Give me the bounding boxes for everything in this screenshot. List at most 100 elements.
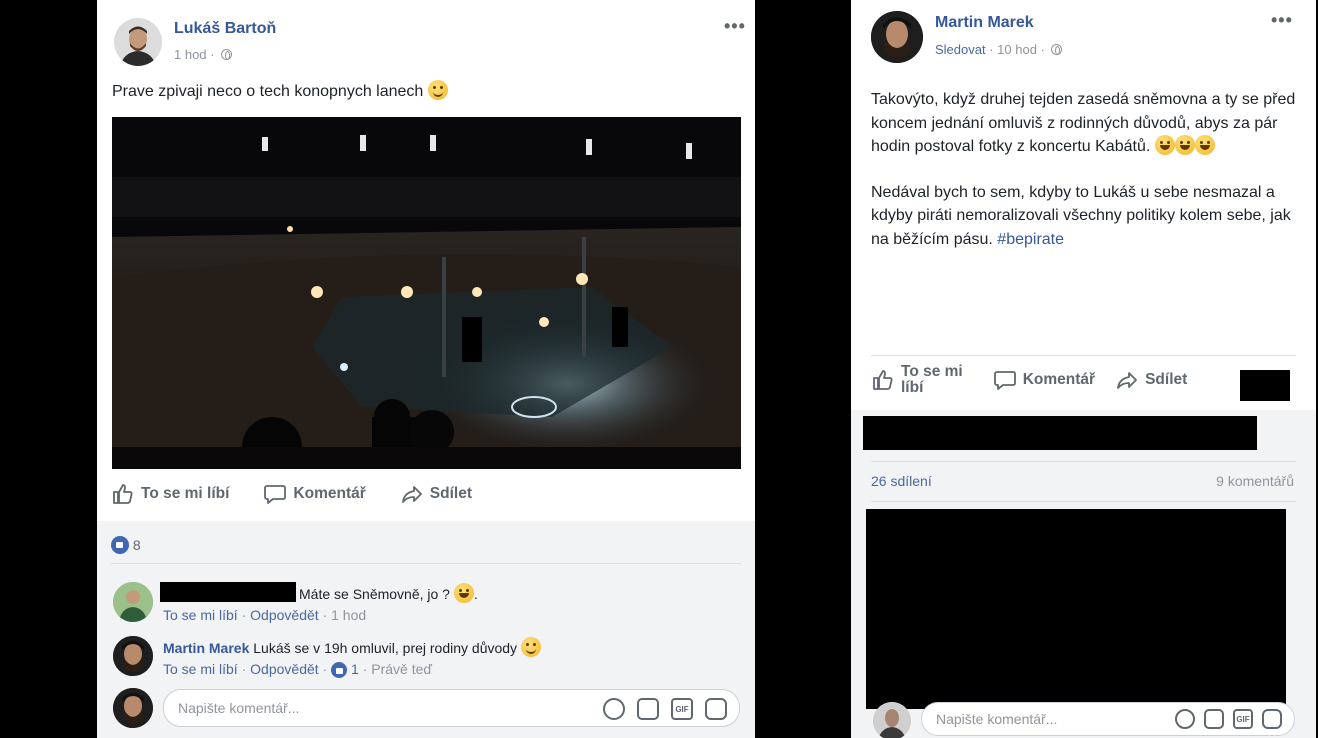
- more-options-icon[interactable]: •••: [724, 16, 746, 37]
- avatar[interactable]: [113, 636, 153, 676]
- post-photo[interactable]: [112, 117, 741, 469]
- share-count[interactable]: 26 sdílení: [871, 473, 932, 489]
- post-meta: 1 hod ·: [174, 47, 233, 62]
- comment-input[interactable]: Napište komentář... GIF: [163, 689, 740, 727]
- sticker-icon[interactable]: [705, 698, 727, 720]
- share-button[interactable]: Sdílet: [400, 482, 472, 506]
- comment-label: Komentář: [293, 485, 366, 502]
- current-user-avatar[interactable]: [113, 688, 153, 728]
- post-time[interactable]: 10 hod: [997, 42, 1037, 57]
- post-actions: To se mi líbí Komentář Sdílet: [111, 482, 506, 506]
- comment-like-link[interactable]: To se mi líbí: [163, 661, 238, 677]
- globe-icon: [221, 49, 233, 60]
- redacted-block: [1240, 370, 1290, 401]
- post-paragraph-2-text: Nedával bych to sem, kdyby to Lukáš u se…: [871, 183, 1291, 248]
- comment-like-link[interactable]: To se mi líbí: [163, 607, 238, 623]
- comment-input-tools: GIF: [1175, 709, 1282, 729]
- redacted-block: [863, 416, 1257, 450]
- comment-input[interactable]: Napište komentář... GIF: [921, 702, 1295, 736]
- comment-reply-link[interactable]: Odpovědět: [250, 661, 319, 677]
- post-time[interactable]: 1 hod: [174, 47, 207, 62]
- comment-time[interactable]: Právě teď: [371, 661, 432, 677]
- laughing-emoji-icon: [1154, 135, 1175, 155]
- like-label-line1: To se mi: [901, 363, 963, 380]
- smile-emoji-icon: [520, 637, 541, 657]
- commenter-photo-icon: [113, 582, 153, 622]
- share-icon: [1117, 372, 1137, 389]
- avatar[interactable]: [113, 582, 153, 622]
- comment-input-tools: GIF: [603, 698, 727, 720]
- post-text: Prave zpivaji neco o tech konopnych lane…: [112, 80, 448, 104]
- camera-icon[interactable]: [637, 698, 659, 720]
- share-icon: [401, 486, 422, 503]
- post-paragraph-1: Takovýto, když druhej tejden zasedá sněm…: [871, 88, 1296, 159]
- hashtag-link[interactable]: #bepirate: [997, 231, 1064, 248]
- like-label-line2: líbí: [901, 379, 924, 396]
- comment-placeholder: Napište komentář...: [936, 711, 1058, 727]
- globe-icon: [1051, 44, 1063, 55]
- like-label: To se mi líbí: [141, 485, 230, 502]
- share-label: Sdílet: [429, 485, 472, 502]
- post-paragraph-2: Nedával bych to sem, kdyby to Lukáš u se…: [871, 181, 1296, 252]
- like-label: To se mi líbí: [901, 364, 963, 396]
- like-reaction-icon: [111, 536, 129, 554]
- divider: [871, 461, 1296, 462]
- sticker-icon[interactable]: [1262, 709, 1282, 729]
- comment-placeholder: Napište komentář...: [178, 700, 300, 716]
- redacted-name: [160, 582, 296, 602]
- share-button[interactable]: Sdílet: [1115, 368, 1187, 392]
- reaction-summary[interactable]: 8: [111, 536, 141, 554]
- comment-author[interactable]: Martin Marek: [163, 640, 249, 656]
- avatar[interactable]: [114, 18, 162, 66]
- comment-time[interactable]: 1 hod: [331, 607, 366, 623]
- current-user-avatar[interactable]: [873, 702, 911, 738]
- post-martin: Martin Marek Sledovat · 10 hod · ••• Tak…: [851, 0, 1316, 410]
- gif-icon[interactable]: GIF: [671, 698, 693, 720]
- emoji-icon[interactable]: [603, 698, 625, 720]
- comments-section-left: 8 Máte se Sněmovně, jo ? . To se mi líbí…: [97, 521, 755, 738]
- divider: [871, 355, 1296, 356]
- author-name[interactable]: Lukáš Bartoň: [174, 20, 276, 38]
- comment-label: Komentář: [1022, 371, 1096, 388]
- author-photo-icon: [871, 11, 923, 63]
- comments-section-right: 26 sdílení 9 komentářů Napište komentář.…: [851, 410, 1316, 738]
- author-name[interactable]: Martin Marek: [935, 14, 1034, 32]
- laughing-emoji-icon: [453, 583, 474, 603]
- comment-reply-link[interactable]: Odpovědět: [250, 607, 319, 623]
- comment-button[interactable]: Komentář: [263, 482, 366, 506]
- comment-2-text: Martin Marek Lukáš se v 19h omluvil, pre…: [163, 637, 541, 657]
- comment-2-actions: To se mi líbí · Odpovědět · 1 · Právě te…: [163, 661, 432, 678]
- divider: [871, 501, 1296, 502]
- camera-icon[interactable]: [1204, 709, 1224, 729]
- comment-1-actions: To se mi líbí · Odpovědět · 1 hod: [163, 607, 367, 623]
- comment-button[interactable]: Komentář: [993, 368, 1095, 392]
- comment-1-body: Máte se Sněmovně, jo ?: [299, 586, 450, 602]
- author-photo-icon: [114, 18, 162, 66]
- divider: [111, 563, 741, 564]
- more-options-icon[interactable]: •••: [1271, 10, 1293, 31]
- smile-emoji-icon: [427, 80, 448, 100]
- comment-icon: [993, 371, 1016, 390]
- comment-2-body: Lukáš se v 19h omluvil, prej rodiny důvo…: [253, 640, 518, 656]
- like-button[interactable]: To se mi líbí: [871, 364, 963, 396]
- concert-arena-photo: [112, 117, 741, 469]
- follow-link[interactable]: Sledovat: [935, 42, 986, 57]
- thumbs-up-icon: [873, 370, 893, 390]
- thumbs-up-icon: [113, 484, 133, 504]
- post-text: Takovýto, když druhej tejden zasedá sněm…: [871, 88, 1296, 251]
- comment-count[interactable]: 9 komentářů: [1216, 473, 1294, 489]
- comment-like-count[interactable]: 1: [351, 661, 359, 677]
- like-button[interactable]: To se mi líbí: [111, 482, 229, 506]
- comment-1-text: Máte se Sněmovně, jo ? .: [299, 583, 478, 603]
- avatar[interactable]: [871, 11, 923, 63]
- post-lukas: Lukáš Bartoň 1 hod · ••• Prave zpivaji n…: [97, 0, 755, 521]
- user-photo-icon: [113, 688, 153, 728]
- user-photo-icon: [873, 702, 911, 738]
- emoji-icon[interactable]: [1175, 709, 1195, 729]
- commenter-photo-icon: [113, 636, 153, 676]
- gif-icon[interactable]: GIF: [1233, 709, 1253, 729]
- post-paragraph-1-text: Takovýto, když druhej tejden zasedá sněm…: [871, 91, 1296, 155]
- redacted-block: [866, 509, 1286, 709]
- share-label: Sdílet: [1145, 371, 1188, 388]
- post-text-content: Prave zpivaji neco o tech konopnych lane…: [112, 83, 424, 100]
